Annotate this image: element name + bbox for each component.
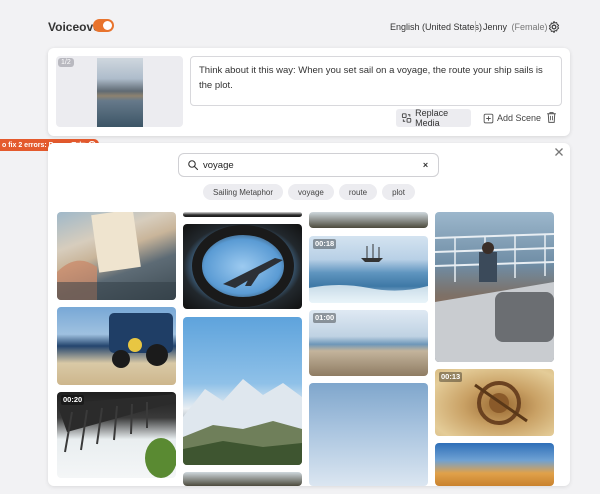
media-result-tile[interactable]: [309, 212, 428, 228]
search-icon: [188, 160, 199, 171]
media-result-tile[interactable]: 00:13: [435, 369, 554, 436]
scene-number-badge: 1/2: [58, 58, 74, 67]
media-result-tile[interactable]: 00:18: [309, 236, 428, 303]
media-result-tile[interactable]: [435, 212, 554, 362]
voiceover-toggle[interactable]: [93, 19, 114, 32]
replace-media-label: Replace Media: [415, 108, 449, 128]
duration-badge: 00:20: [61, 395, 85, 405]
media-result-tile[interactable]: [183, 212, 302, 217]
add-scene-label: Add Scene: [497, 113, 542, 123]
media-result-tile[interactable]: [183, 472, 302, 486]
keyword-chips: Sailing Metaphor voyage route plot: [203, 184, 415, 200]
scene-script-textarea[interactable]: Think about it this way: When you set sa…: [190, 56, 562, 106]
media-result-tile[interactable]: [183, 224, 302, 309]
replace-media-button[interactable]: Replace Media: [396, 108, 471, 128]
plus-square-icon: [483, 113, 494, 123]
duration-badge: 00:18: [313, 239, 337, 249]
media-result-tile[interactable]: [183, 317, 302, 465]
media-result-tile[interactable]: [57, 212, 176, 300]
media-result-tile[interactable]: [309, 383, 428, 486]
duration-badge: 01:00: [313, 313, 337, 323]
duration-badge: 00:13: [439, 372, 463, 382]
media-result-tile[interactable]: [435, 443, 554, 486]
media-result-tile[interactable]: 00:20: [57, 392, 176, 478]
scene-card: 1/2 Think about it this way: When you se…: [48, 48, 570, 136]
toggle-knob: [103, 21, 112, 30]
scene-thumbnail-image: [97, 58, 143, 127]
voyage-card-photo: [57, 212, 176, 300]
keyword-chip[interactable]: Sailing Metaphor: [203, 184, 284, 200]
airplane-window-photo: [192, 225, 294, 307]
replace-media-icon: [401, 113, 412, 123]
keyword-chip[interactable]: route: [338, 184, 378, 200]
scene-media-thumbnail[interactable]: 1/2: [56, 56, 183, 127]
divider: [475, 21, 476, 32]
close-icon[interactable]: [554, 147, 564, 157]
keyword-chip[interactable]: voyage: [288, 184, 334, 200]
add-scene-button[interactable]: Add Scene: [483, 109, 541, 127]
jeep-photo: [109, 313, 173, 368]
snowy-mountain-photo: [183, 379, 302, 465]
media-search-panel: voyage × Sailing Metaphor voyage route p…: [48, 143, 570, 486]
voice-gender: (Female): [511, 22, 548, 32]
language-selector[interactable]: English (United States): [390, 22, 482, 32]
editor-header: Voiceover English (United States) Jenny …: [0, 0, 600, 48]
gear-icon[interactable]: [547, 20, 561, 34]
keyword-chip[interactable]: plot: [382, 184, 415, 200]
search-input[interactable]: voyage: [203, 160, 234, 171]
clear-search-icon[interactable]: ×: [420, 160, 431, 171]
ship-deck-photo: [435, 233, 554, 362]
media-result-tile[interactable]: 01:00: [309, 310, 428, 376]
voice-selector[interactable]: Jenny (Female): [483, 22, 548, 32]
media-search-box[interactable]: voyage ×: [178, 153, 439, 177]
media-result-tile[interactable]: [57, 307, 176, 385]
trash-icon[interactable]: [546, 111, 557, 124]
voice-name: Jenny: [483, 22, 508, 32]
